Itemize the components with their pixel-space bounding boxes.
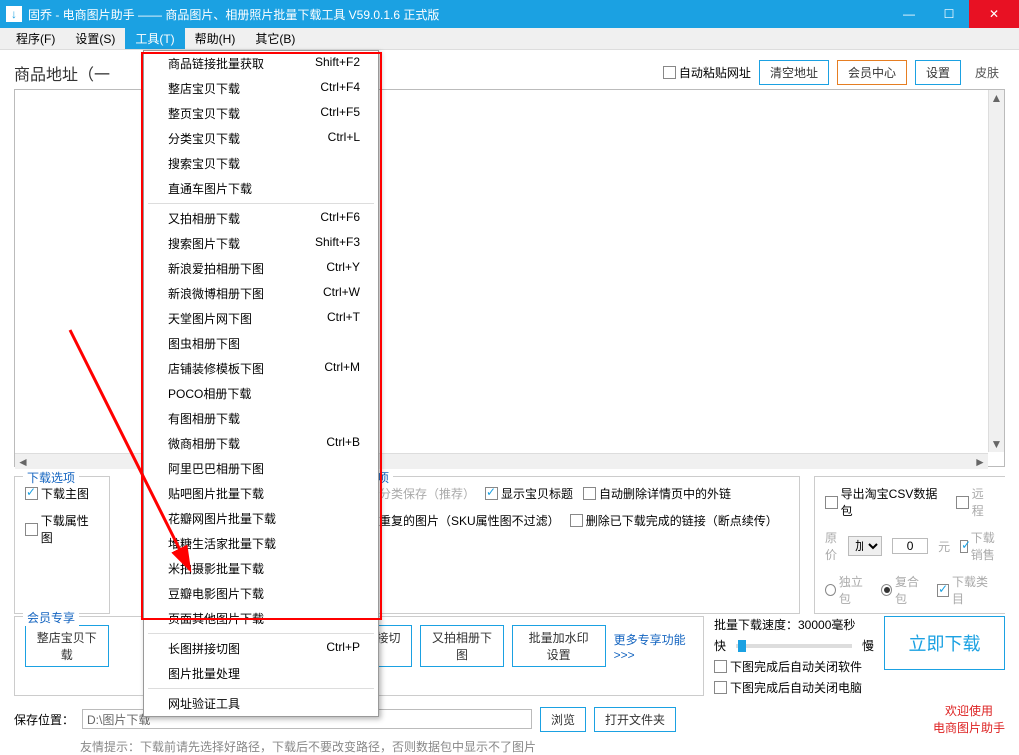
- dropdown-item[interactable]: 店铺装修模板下图Ctrl+M: [144, 356, 378, 381]
- start-download-button[interactable]: 立即下载: [884, 616, 1005, 670]
- download-options-group: 下载选项 下载主图 下载属性图: [14, 476, 110, 614]
- member-legend: 会员专享: [23, 609, 79, 626]
- dropdown-item[interactable]: 天堂图片网下图Ctrl+T: [144, 306, 378, 331]
- dropdown-item[interactable]: 花瓣网图片批量下载: [144, 506, 378, 531]
- orig-price-label: 原价: [825, 529, 838, 563]
- address-label: 商品地址（一: [14, 61, 110, 85]
- dropdown-item[interactable]: 有图相册下载: [144, 406, 378, 431]
- settings-button[interactable]: 设置: [915, 60, 961, 85]
- clear-address-button[interactable]: 清空地址: [759, 60, 829, 85]
- dropdown-item[interactable]: 长图拼接切图Ctrl+P: [144, 636, 378, 661]
- dropdown-item[interactable]: 新浪微博相册下图Ctrl+W: [144, 281, 378, 306]
- function-options-group: 功能选项 智能分类保存（推荐） 显示宝贝标题 自动删除详情页中的外链 过滤重复的…: [328, 476, 800, 614]
- delete-completed-checkbox[interactable]: 删除已下载完成的链接（断点续传）: [570, 512, 778, 529]
- download-sales-checkbox: 下载销售: [960, 529, 995, 563]
- menu-help[interactable]: 帮助(H): [185, 28, 246, 49]
- speed-label: 批量下载速度：30000毫秒: [714, 616, 874, 633]
- dropdown-item[interactable]: 搜索图片下载Shift+F3: [144, 231, 378, 256]
- menubar: 程序(F) 设置(S) 工具(T) 帮助(H) 其它(B): [0, 28, 1019, 50]
- scroll-down-icon[interactable]: ▼: [989, 436, 1004, 452]
- dropdown-item[interactable]: 分类宝贝下载Ctrl+L: [144, 126, 378, 151]
- download-options-legend: 下载选项: [23, 469, 79, 486]
- dropdown-item[interactable]: 阿里巴巴相册下图: [144, 456, 378, 481]
- scroll-up-icon[interactable]: ▲: [989, 90, 1004, 106]
- menu-settings[interactable]: 设置(S): [65, 28, 125, 49]
- more-features-link[interactable]: 更多专享功能>>>: [614, 631, 693, 662]
- maximize-button[interactable]: ☐: [929, 0, 969, 28]
- show-title-checkbox[interactable]: 显示宝贝标题: [485, 485, 573, 502]
- auto-paste-checkbox[interactable]: 自动粘贴网址: [663, 64, 751, 81]
- member-center-button[interactable]: 会员中心: [837, 60, 907, 85]
- export-csv-checkbox[interactable]: 导出淘宝CSV数据包: [825, 485, 946, 519]
- download-main-image-checkbox[interactable]: 下载主图: [25, 485, 99, 502]
- composite-radio: 复合包: [881, 573, 927, 607]
- price-op-select[interactable]: 加: [848, 536, 882, 556]
- whole-store-button[interactable]: 整店宝贝下载: [25, 625, 109, 667]
- dropdown-item[interactable]: 贴吧图片批量下载: [144, 481, 378, 506]
- dropdown-item[interactable]: 又拍相册下载Ctrl+F6: [144, 206, 378, 231]
- dropdown-item[interactable]: 微商相册下载Ctrl+B: [144, 431, 378, 456]
- menu-other[interactable]: 其它(B): [245, 28, 305, 49]
- speed-slider[interactable]: [736, 644, 852, 648]
- dropdown-item[interactable]: 直通车图片下载: [144, 176, 378, 201]
- brand-text: 电商图片助手: [933, 719, 1005, 736]
- menu-tools[interactable]: 工具(T): [125, 28, 184, 49]
- dropdown-item[interactable]: 豆瓣电影图片下载: [144, 581, 378, 606]
- browse-button[interactable]: 浏览: [540, 707, 586, 732]
- dropdown-item[interactable]: 图片批量处理: [144, 661, 378, 686]
- close-pc-checkbox[interactable]: 下图完成后自动关闭电脑: [714, 679, 874, 696]
- menu-program[interactable]: 程序(F): [6, 28, 65, 49]
- minimize-button[interactable]: —: [889, 0, 929, 28]
- tools-dropdown: 商品链接批量获取Shift+F2整店宝贝下载Ctrl+F4整页宝贝下载Ctrl+…: [143, 50, 379, 717]
- download-attr-image-checkbox[interactable]: 下载属性图: [25, 512, 99, 546]
- speed-group: 批量下载速度：30000毫秒 快 慢 下图完成后自动关闭软件 下图完成后自动关闭…: [714, 616, 874, 696]
- skin-link[interactable]: 皮肤: [969, 61, 1005, 84]
- dropdown-item[interactable]: POCO相册下载: [144, 381, 378, 406]
- hint-text: 友情提示：下载前请先选择好路径，下载后不要改变路径，否则数据包中显示不了图片: [80, 738, 939, 755]
- scrollbar-vertical[interactable]: ▲ ▼: [988, 90, 1004, 452]
- scroll-right-icon[interactable]: ►: [972, 454, 988, 469]
- standalone-radio: 独立包: [825, 573, 871, 607]
- window-title: 固乔 - 电商图片助手 —— 商品图片、相册照片批量下载工具 V59.0.1.6…: [28, 6, 889, 23]
- dropdown-item[interactable]: 商品链接批量获取Shift+F2: [144, 51, 378, 76]
- dropdown-item[interactable]: 整店宝贝下载Ctrl+F4: [144, 76, 378, 101]
- window-controls: — ☐ ✕: [889, 0, 1019, 28]
- scroll-left-icon[interactable]: ◄: [15, 454, 31, 469]
- app-icon: ↓: [6, 6, 22, 22]
- download-category-checkbox: 下载类目: [937, 573, 995, 607]
- dropdown-item[interactable]: 页面其他图片下载: [144, 606, 378, 631]
- dropdown-item[interactable]: 堆糖生活家批量下载: [144, 531, 378, 556]
- watermark-button[interactable]: 批量加水印设置: [512, 625, 606, 667]
- titlebar: ↓ 固乔 - 电商图片助手 —— 商品图片、相册照片批量下载工具 V59.0.1…: [0, 0, 1019, 28]
- welcome-text: 欢迎使用: [933, 702, 1005, 719]
- dropdown-item[interactable]: 网址验证工具: [144, 691, 378, 716]
- close-software-checkbox[interactable]: 下图完成后自动关闭软件: [714, 658, 874, 675]
- close-button[interactable]: ✕: [969, 0, 1019, 28]
- auto-delete-links-checkbox[interactable]: 自动删除详情页中的外链: [583, 485, 731, 502]
- remote-checkbox: 远程: [956, 485, 995, 519]
- price-value-input[interactable]: [892, 538, 928, 554]
- open-folder-button[interactable]: 打开文件夹: [594, 707, 676, 732]
- export-options-group: 导出淘宝CSV数据包 远程 原价 加 元 下载销售 独立包 复合包 下载类目: [814, 476, 1005, 614]
- dropdown-item[interactable]: 图虫相册下图: [144, 331, 378, 356]
- save-location-label: 保存位置：: [14, 711, 74, 728]
- youpai-album-button[interactable]: 又拍相册下图: [420, 625, 504, 667]
- dropdown-item[interactable]: 整页宝贝下载Ctrl+F5: [144, 101, 378, 126]
- dropdown-item[interactable]: 米拍摄影批量下载: [144, 556, 378, 581]
- dropdown-item[interactable]: 搜索宝贝下载: [144, 151, 378, 176]
- dropdown-item[interactable]: 新浪爱拍相册下图Ctrl+Y: [144, 256, 378, 281]
